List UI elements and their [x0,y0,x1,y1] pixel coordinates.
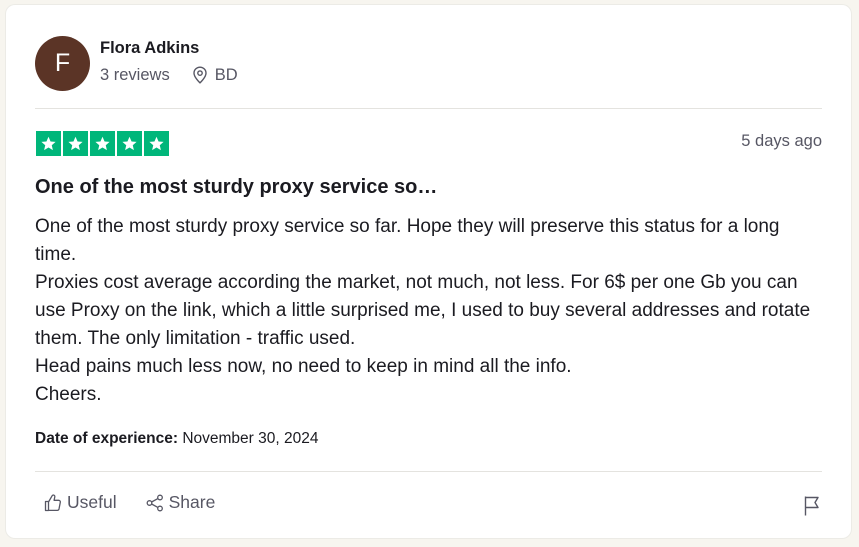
share-label: Share [168,492,216,512]
reviewer-meta: 3 reviews BD [100,66,238,85]
thumbs-up-icon [44,493,61,511]
flag-icon [804,496,819,516]
star-icon [144,131,169,156]
date-of-experience: Date of experience: November 30, 2024 [35,430,318,448]
star-icon [36,131,61,156]
review-body-line: Cheers. [35,384,102,405]
experience-label: Date of experience: [35,430,178,447]
review-body-line: Proxies cost average according the marke… [35,272,811,349]
divider [35,471,822,472]
reviewer-info: Flora Adkins 3 reviews BD [100,39,238,85]
review-actions: Useful Share [43,492,243,513]
experience-date: November 30, 2024 [182,430,319,447]
review-card: F Flora Adkins 3 reviews BD 5 days ago O… [6,5,851,538]
reviews-count: 3 reviews [100,65,170,84]
share-icon [146,494,163,511]
useful-label: Useful [67,492,117,512]
location-pin-icon [192,66,208,84]
star-rating [36,131,169,156]
review-title[interactable]: One of the most sturdy proxy service so… [35,176,437,199]
share-button[interactable]: Share [145,492,216,513]
review-body: One of the most sturdy proxy service so … [35,213,825,409]
review-body-line: One of the most sturdy proxy service so … [35,216,780,265]
report-flag-button[interactable] [802,495,822,522]
star-icon [117,131,142,156]
useful-button[interactable]: Useful [43,492,117,513]
star-icon [63,131,88,156]
star-icon [90,131,115,156]
reviewer-name[interactable]: Flora Adkins [100,38,238,58]
reviewer-header: F Flora Adkins 3 reviews BD [35,34,238,92]
review-date: 5 days ago [741,132,822,150]
review-body-line: Head pains much less now, no need to kee… [35,356,572,377]
reviewer-location: BD [214,65,238,84]
divider [35,108,822,109]
avatar[interactable]: F [35,35,90,91]
